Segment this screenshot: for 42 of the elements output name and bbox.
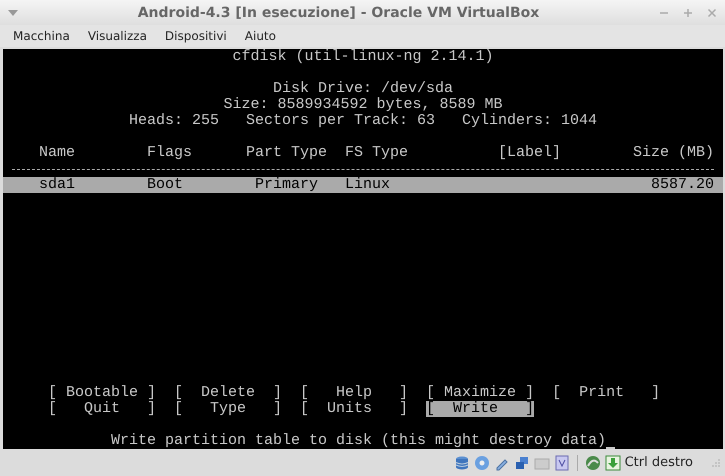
disk-info: Heads: 255 Sectors per Track: 63 Cylinders: 1044 bbox=[128, 113, 598, 129]
dropdown-icon[interactable] bbox=[8, 10, 18, 16]
maximize-icon[interactable] bbox=[683, 8, 693, 18]
menu-item[interactable]: Visualizza bbox=[78, 29, 156, 43]
optical-disc-icon bbox=[474, 454, 490, 470]
video-capture-icon bbox=[554, 454, 570, 470]
menu-item[interactable]: Aiuto bbox=[236, 29, 285, 43]
table-cell-text: sda1 bbox=[39, 177, 76, 193]
hard-disk-icon bbox=[454, 454, 470, 470]
column-header: Size (MB) bbox=[632, 145, 714, 161]
column-header: Name bbox=[39, 145, 76, 161]
column-header: Flags bbox=[147, 145, 194, 161]
table-cell-text: 8587.20 bbox=[650, 177, 714, 193]
program-title: cfdisk (util-linux-ng 2.14.1) bbox=[232, 49, 494, 65]
close-icon[interactable] bbox=[707, 8, 717, 18]
disk-info: Disk Drive: /dev/sda bbox=[272, 81, 454, 97]
menu-option[interactable]: [ Maximize ] bbox=[426, 385, 534, 401]
menu-item[interactable]: Dispositivi bbox=[156, 29, 236, 43]
menu-option[interactable]: [ Help ] bbox=[300, 385, 408, 401]
table-cell-text: Linux bbox=[345, 177, 392, 193]
menu-option[interactable]: [ Quit ] bbox=[48, 401, 156, 417]
table-cell-text: Boot bbox=[147, 177, 184, 193]
network-globe-icon bbox=[584, 454, 601, 470]
menu-option[interactable]: [ Delete ] bbox=[174, 385, 282, 401]
menu-option[interactable]: [ Write ] bbox=[426, 401, 534, 417]
resize-grip-icon[interactable] bbox=[711, 458, 721, 468]
column-header: FS Type bbox=[345, 145, 410, 161]
menu-option[interactable]: [ Units ] bbox=[300, 401, 408, 417]
menu-option[interactable]: [ Bootable ] bbox=[48, 385, 156, 401]
column-header: Part Type bbox=[246, 145, 328, 161]
menu-option[interactable]: [ Print ] bbox=[552, 385, 660, 401]
disk-info: Size: 8589934592 bytes, 8589 MB bbox=[223, 97, 503, 113]
menu-item[interactable]: Macchina bbox=[4, 29, 79, 43]
shared-windows-icon bbox=[514, 454, 530, 470]
table-cell-text: Primary bbox=[254, 177, 320, 193]
partition-row[interactable]: sda1 Boot Primary Linux 8587.20 bbox=[3, 177, 723, 193]
status-message: Write partition table to disk (this might destroy data) bbox=[110, 433, 606, 449]
download-arrow-icon bbox=[604, 454, 621, 470]
column-header: [Label] bbox=[498, 145, 562, 161]
menu-option[interactable]: [ Type ] bbox=[174, 401, 282, 417]
host-key-label: Ctrl destro bbox=[624, 455, 693, 470]
window-title: Android-4.3 [In esecuzione] - Oracle VM VirtualBox bbox=[136, 4, 540, 20]
